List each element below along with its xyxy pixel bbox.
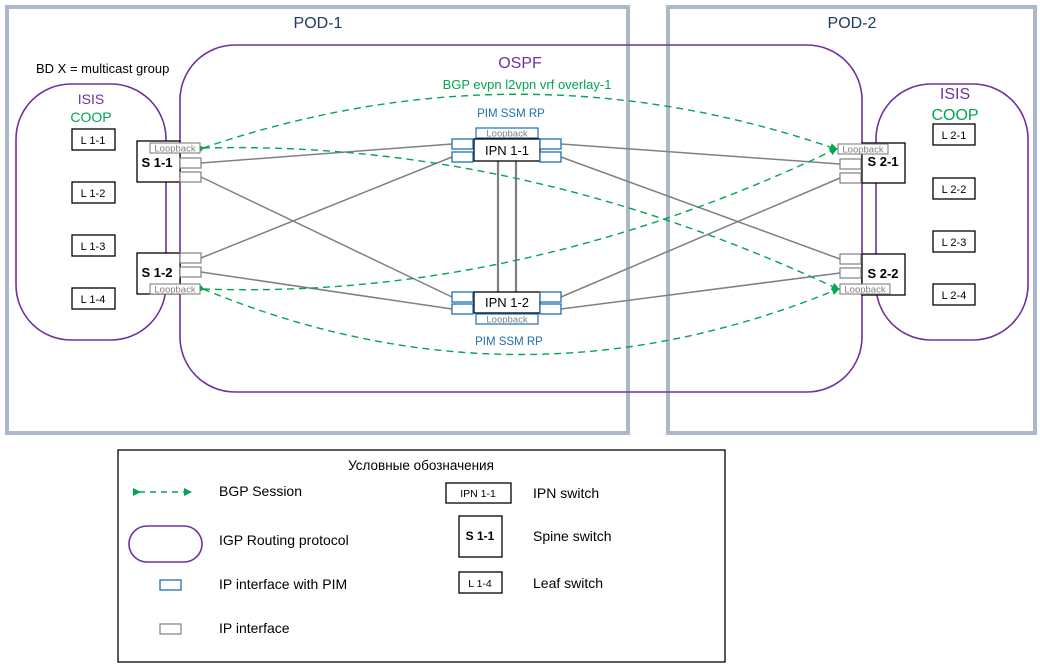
legend: Условные обозначения BGP Session IGP Rou… (117, 449, 726, 663)
legend-label: IP interface with PIM (219, 576, 347, 592)
pod-2-isis-label: ISIS (940, 86, 970, 103)
pim-interface (451, 291, 474, 303)
ip-interface (839, 267, 862, 279)
ip-interface (179, 252, 202, 264)
leaf-l-1-4[interactable]: L 1-4 (71, 287, 116, 310)
spine-label: S 2-2 (867, 266, 898, 281)
leaf-l-2-1[interactable]: L 2-1 (932, 123, 976, 146)
loopback-label: Loopback (842, 145, 883, 156)
leaf-label: L 1-1 (81, 135, 106, 147)
ip-interface (839, 172, 862, 184)
pim-interface (451, 303, 474, 315)
leaf-label: L 1-2 (81, 188, 106, 200)
pim-rp-top-label: PIM SSM RP (477, 108, 545, 120)
spine-label: S 1-1 (141, 155, 172, 170)
ip-interface (839, 253, 862, 265)
legend-label: IPN switch (533, 485, 599, 501)
ip-interface (179, 157, 202, 169)
ipn-label: IPN 1-1 (485, 143, 529, 158)
leaf-label: L 2-3 (942, 237, 967, 249)
legend-title: Условные обозначения (348, 458, 494, 473)
ip-interface-icon (159, 623, 182, 635)
ipn-label: IPN 1-2 (485, 295, 529, 310)
leaf-l-2-2[interactable]: L 2-2 (932, 177, 976, 200)
bgp-overlay-label: BGP evpn l2vpn vrf overlay-1 (443, 77, 612, 92)
bd-note: BD X = multicast group (36, 61, 169, 76)
pod-2-title: POD-2 (828, 15, 877, 32)
leaf-l-2-4[interactable]: L 2-4 (932, 283, 976, 306)
leaf-label: L 2-4 (942, 290, 967, 302)
spine-label: S 1-2 (141, 265, 172, 280)
ip-interface (179, 266, 202, 278)
pim-interface (451, 138, 474, 150)
spine-s-1-2[interactable]: S 1-2 Loopback (136, 252, 202, 296)
spine-s-2-2[interactable]: S 2-2 Loopback (839, 253, 906, 296)
pim-interface (539, 151, 562, 163)
ip-interface (839, 158, 862, 170)
network-diagram: POD-1 POD-2 BD X = multicast group OSPF … (5, 5, 1037, 663)
ospf-label: OSPF (498, 55, 542, 72)
pim-interface (539, 303, 562, 315)
pod-2-coop-label: COOP (931, 107, 978, 124)
legend-frame (117, 449, 726, 663)
loopback-label: Loopback (844, 285, 885, 296)
leaf-l-1-2[interactable]: L 1-2 (71, 181, 116, 204)
pim-interface (539, 291, 562, 303)
pod-1-coop-label: COOP (70, 109, 111, 125)
leaf-label: L 1-3 (81, 241, 106, 253)
spine-s-2-1[interactable]: S 2-1 Loopback (837, 142, 906, 184)
pim-interface-icon (159, 579, 182, 591)
legend-label: Leaf switch (533, 575, 603, 591)
ip-interface (179, 171, 202, 183)
spine-s-1-1[interactable]: S 1-1 Loopback (136, 140, 202, 183)
leaf-label: L 1-4 (81, 294, 106, 306)
leaf-l-2-3[interactable]: L 2-3 (932, 230, 976, 253)
legend-label: BGP Session (219, 483, 302, 499)
leaf-l-1-3[interactable]: L 1-3 (71, 234, 116, 257)
spine-label: S 2-1 (867, 154, 898, 169)
pim-interface (539, 138, 562, 150)
leaf-label: L 2-2 (942, 184, 967, 196)
legend-sample: L 1-4 (468, 578, 492, 590)
pim-interface (451, 151, 474, 163)
loopback-label: Loopback (154, 285, 195, 296)
legend-label: IGP Routing protocol (219, 532, 349, 548)
legend-sample: IPN 1-1 (460, 488, 496, 500)
leaf-label: L 2-1 (942, 130, 967, 142)
legend-label: Spine switch (533, 528, 612, 544)
legend-label: IP interface (219, 620, 290, 636)
loopback-label: Loopback (486, 315, 527, 326)
leaf-l-1-1[interactable]: L 1-1 (71, 128, 116, 151)
pod-1-title: POD-1 (294, 15, 343, 32)
legend-sample: S 1-1 (466, 529, 495, 543)
loopback-label: Loopback (486, 129, 527, 140)
pim-rp-bottom-label: PIM SSM RP (475, 336, 543, 348)
pod-1-isis-label: ISIS (78, 91, 104, 107)
loopback-label: Loopback (154, 144, 195, 155)
